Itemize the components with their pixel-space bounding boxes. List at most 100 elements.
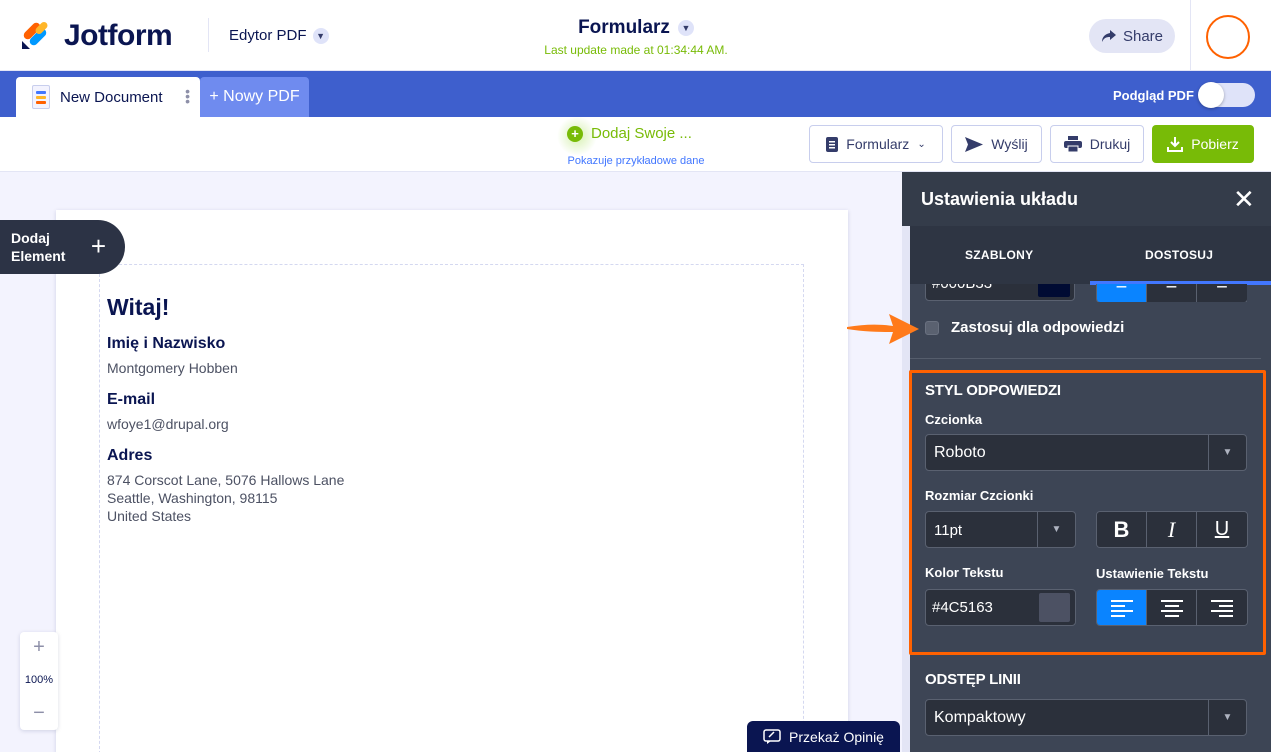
align-left-icon[interactable] [1097,590,1147,625]
printer-icon [1063,136,1082,152]
pdf-preview-toggle[interactable] [1198,82,1255,108]
add-element-button[interactable]: Dodaj Element + [0,220,125,274]
form-title[interactable]: Formularz ▼ [500,17,772,39]
send-icon [965,136,984,152]
pdf-preview-label: Podgląd PDF [1113,88,1194,103]
color-swatch[interactable] [1038,284,1070,297]
download-button[interactable]: Pobierz [1152,125,1254,163]
align-center-icon[interactable]: ≡ [1147,284,1197,302]
apply-to-answers-row[interactable]: Zastosuj dla odpowiedzi [925,319,1124,336]
brand-name[interactable]: Jotform [64,19,173,53]
pointer-arrow-icon [847,314,919,344]
text-align-label: Ustawienie Tekstu [1096,566,1209,581]
add-own-label: Dodaj Swoje ... [591,125,692,142]
field-label[interactable]: Adres [107,447,152,465]
form-select-button[interactable]: Formularz ⌄ [809,125,943,163]
divider [910,358,1261,359]
last-update-text: Last update made at 01:34:44 AM. [544,43,728,57]
underline-button[interactable]: U [1197,512,1247,547]
chevron-down-icon: ▼ [1037,512,1075,547]
tab-templates[interactable]: SZABLONY [965,248,1033,262]
italic-button[interactable]: I [1147,512,1197,547]
apply-to-answers-checkbox[interactable] [925,320,939,335]
question-color-value: #000B33 [932,284,992,292]
align-right-icon[interactable]: ≡ [1197,284,1247,302]
share-arrow-icon [1101,30,1116,42]
text-color-label: Kolor Tekstu [925,565,1004,580]
close-icon[interactable]: ✕ [1233,184,1255,214]
avatar[interactable] [1206,15,1250,59]
more-options-icon[interactable]: • • • [185,84,190,108]
address-line[interactable]: 874 Corscot Lane, 5076 Hallows Lane [107,471,344,489]
panel-title: Ustawienia układu [921,189,1079,209]
field-label[interactable]: Imię i Nazwisko [107,335,225,353]
greeting-heading[interactable]: Witaj! [107,294,169,321]
font-size-value: 11pt [934,522,963,539]
align-left-icon[interactable]: ≡ [1097,284,1147,302]
apply-to-answers-label: Zastosuj dla odpowiedzi [951,319,1125,336]
zoom-in-button[interactable]: + [20,632,58,662]
share-button[interactable]: Share [1089,19,1175,53]
tab-new-document[interactable]: New Document • • • [16,77,200,117]
jotform-logo-icon[interactable] [20,19,52,51]
text-align-group [1096,589,1248,626]
form-icon [826,136,839,152]
divider [208,18,209,52]
align-right-icon[interactable] [1197,590,1247,625]
chevron-down-icon: ▼ [312,27,329,44]
add-element-label-1: Dodaj [11,230,50,246]
font-size-label: Rozmiar Czcionki [925,488,1034,503]
plus-icon: + [90,231,106,261]
bold-button[interactable]: B [1097,512,1147,547]
line-spacing-value: Kompaktowy [934,709,1026,726]
question-align-group: ≡ ≡ ≡ [1096,284,1247,302]
toggle-knob [1198,82,1224,108]
address-line[interactable]: United States [107,507,191,525]
print-button-label: Drukuj [1089,136,1131,152]
field-value[interactable]: wfoye1@drupal.org [107,415,229,433]
text-style-group: B I U [1096,511,1248,548]
text-color-value: #4C5163 [932,599,993,616]
send-button-label: Wyślij [991,136,1028,152]
question-color-input[interactable]: #000B33 [925,284,1075,301]
zoom-level: 100% [24,674,54,686]
line-spacing-select[interactable]: Kompaktowy ▼ [925,699,1247,736]
add-own-button[interactable]: + Dodaj Swoje ... [567,125,692,142]
field-value[interactable]: Montgomery Hobben [107,359,238,377]
tab-label: New Document [60,88,163,106]
sample-data-link[interactable]: Pokazuje przykładowe dane [520,155,752,167]
print-button[interactable]: Drukuj [1050,125,1144,163]
share-label: Share [1122,27,1164,45]
answer-style-heading: STYL ODPOWIEDZI [925,382,1061,399]
chevron-down-icon: ⌄ [917,138,926,150]
zoom-out-button[interactable]: − [20,698,58,728]
feedback-button[interactable]: Przekaż Opinię [747,721,900,752]
address-line[interactable]: Seattle, Washington, 98115 [107,489,277,507]
align-center-icon[interactable] [1147,590,1197,625]
font-select[interactable]: Roboto ▼ [925,434,1247,471]
chevron-down-icon: ▼ [677,20,694,36]
line-spacing-heading: ODSTĘP LINII [925,671,1021,688]
divider [1190,0,1191,71]
chevron-down-icon: ▼ [1208,700,1246,735]
feedback-label: Przekaż Opinię [789,728,884,745]
send-button[interactable]: Wyślij [951,125,1042,163]
document-icon [32,85,50,109]
form-button-label: Formularz [846,136,910,152]
font-size-select[interactable]: 11pt ▼ [925,511,1076,548]
field-label[interactable]: E-mail [107,391,155,409]
download-button-label: Pobierz [1191,136,1239,152]
previous-section-row: #000B33 ≡≡≡ [925,284,1247,302]
feedback-icon [763,728,781,744]
tab-customize[interactable]: DOSTOSUJ [1145,248,1213,262]
text-color-input[interactable]: #4C5163 [925,589,1076,626]
add-element-label-2: Element [11,248,66,264]
form-title-label: Formularz [578,17,670,38]
zoom-control: + 100% − [20,632,58,730]
new-pdf-button[interactable]: + Nowy PDF [200,77,309,117]
editor-menu[interactable]: Edytor PDF ▼ [229,27,329,44]
chevron-down-icon: ▼ [1208,435,1246,470]
color-swatch[interactable] [1039,593,1070,622]
editor-menu-label: Edytor PDF [229,27,307,44]
plus-circle-icon: + [567,125,583,142]
